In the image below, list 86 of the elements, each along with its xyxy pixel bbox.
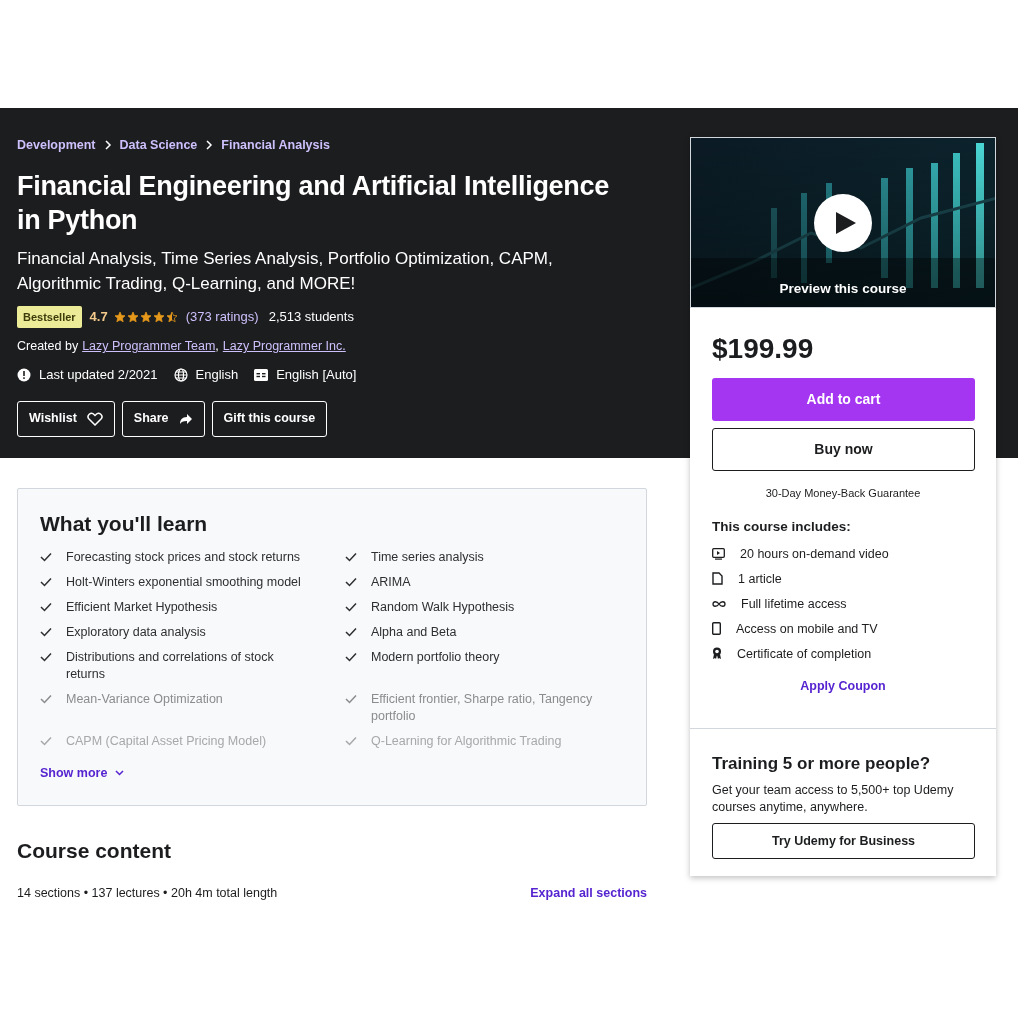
students-count: 2,513 students	[268, 308, 354, 327]
action-button[interactable]: Share	[121, 400, 205, 437]
infinity-icon	[712, 599, 726, 608]
preview-caption: Preview this course	[778, 280, 908, 298]
check-icon	[40, 694, 52, 704]
check-icon	[345, 652, 357, 662]
chevron-icon	[103, 140, 112, 151]
learn-item: Holt-Winters exponential smoothing model	[66, 574, 302, 591]
include-item: 20 hours on-demand video	[740, 545, 889, 563]
check-icon	[345, 577, 357, 587]
check-icon	[345, 602, 357, 612]
learn-item: ARIMA	[371, 574, 412, 591]
chevron-down-icon	[115, 770, 125, 777]
preview-video[interactable]: Preview this course	[690, 137, 996, 308]
learn-item: Time series analysis	[371, 549, 485, 566]
comma-separator: ,	[215, 338, 219, 356]
meta-text: English	[195, 366, 239, 384]
include-item: Access on mobile and TV	[736, 620, 878, 638]
star-icon	[139, 311, 152, 323]
star-icon	[126, 311, 139, 323]
meta-text: Last updated 2/2021	[39, 366, 158, 384]
learn-item: Efficient Market Hypothesis	[66, 599, 219, 616]
share-arrow-icon	[178, 412, 193, 425]
video-icon	[712, 547, 725, 560]
rating-value: 4.7	[89, 308, 108, 327]
learn-item: Q-Learning for Algorithmic Trading	[371, 733, 563, 750]
heart-icon	[86, 411, 103, 426]
learn-item: Efficient frontier, Sharpe ratio, Tangency portfolio	[371, 691, 594, 725]
check-icon	[40, 652, 52, 662]
meta-text: English [Auto]	[276, 366, 357, 384]
learn-item: Mean-Variance Optimization	[66, 691, 224, 708]
check-icon	[40, 627, 52, 637]
course-title: Financial Engineering and Artificial Intelligence in Python	[17, 169, 610, 237]
check-icon	[40, 736, 52, 746]
check-icon	[345, 736, 357, 746]
star-icon	[152, 311, 165, 323]
check-icon	[345, 627, 357, 637]
content-summary: 14 sections • 137 lectures • 20h 4m total length	[17, 885, 278, 902]
learn-item: Random Walk Hypothesis	[371, 599, 516, 616]
learn-item: Distributions and correlations of stock returns	[66, 649, 275, 683]
expand-all-link[interactable]: Expand all sections	[530, 884, 647, 903]
star-icon	[165, 311, 178, 323]
document-icon	[712, 572, 723, 586]
star-icon	[113, 311, 126, 323]
training-title: Training 5 or more people?	[712, 752, 932, 775]
include-item: Full lifetime access	[741, 595, 847, 613]
ratings-count: (373 ratings)	[185, 308, 259, 327]
add-to-cart-button[interactable]: Add to cart	[712, 378, 975, 421]
includes-title: This course includes:	[712, 517, 852, 536]
learn-item: CAPM (Capital Asset Pricing Model)	[66, 733, 268, 750]
show-more-link[interactable]: Show more	[40, 764, 125, 783]
chevron-icon	[205, 140, 214, 151]
bestseller-badge: Bestseller	[17, 305, 82, 329]
play-icon[interactable]	[814, 194, 872, 252]
globe-icon	[173, 367, 188, 382]
include-item: 1 article	[738, 570, 782, 588]
award-icon	[712, 647, 722, 661]
check-icon	[345, 552, 357, 562]
buy-now-button[interactable]: Buy now	[712, 428, 975, 471]
breadcrumb-link[interactable]: Data Science	[119, 136, 198, 155]
learn-item: Forecasting stock prices and stock returns	[66, 549, 302, 566]
created-by-label: Created by	[17, 338, 79, 356]
business-button[interactable]: Try Udemy for Business	[712, 823, 975, 859]
check-icon	[345, 694, 357, 704]
training-text: Get your team access to 5,500+ top Udemy courses anytime, anywhere.	[712, 782, 955, 816]
breadcrumb-link[interactable]: Financial Analysis	[221, 136, 330, 155]
alert-badge-icon	[17, 367, 31, 382]
learn-item: Exploratory data analysis	[66, 624, 207, 641]
section-title: Course content	[17, 838, 171, 864]
check-icon	[40, 602, 52, 612]
phone-icon	[712, 622, 721, 636]
learn-item: Alpha and Beta	[371, 624, 458, 641]
guarantee-text: 30-Day Money-Back Guarantee	[764, 486, 922, 501]
check-icon	[40, 552, 52, 562]
course-subtitle: Financial Analysis, Time Series Analysis, Portfolio Optimization, CAPM, Algorithmic Trading, Q-Learning, and MORE!	[17, 247, 554, 295]
action-button[interactable]: Gift this course	[211, 400, 328, 437]
author-link[interactable]: Lazy Programmer Inc.	[222, 337, 346, 356]
apply-coupon-link[interactable]: Apply Coupon	[800, 676, 886, 696]
price: $199.99	[712, 332, 815, 366]
learn-item: Modern portfolio theory	[371, 649, 501, 666]
breadcrumb-link[interactable]: Development	[17, 136, 96, 155]
action-button[interactable]: Wishlist	[17, 400, 115, 437]
check-icon	[40, 577, 52, 587]
include-item: Certificate of completion	[737, 645, 872, 663]
section-title: What you'll learn	[40, 511, 209, 537]
captions-icon	[254, 368, 269, 381]
